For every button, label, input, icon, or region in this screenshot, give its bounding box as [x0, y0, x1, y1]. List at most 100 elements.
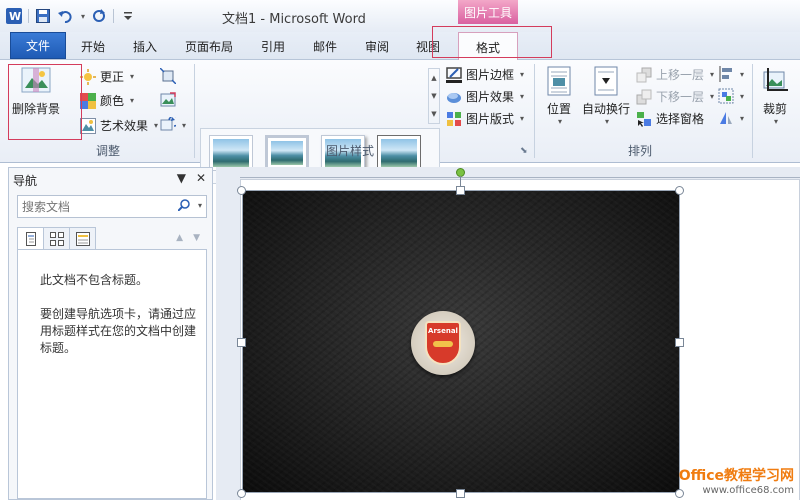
next-icon[interactable]: ▼: [193, 233, 200, 243]
reset-picture-button[interactable]: ▾: [160, 117, 186, 133]
search-input[interactable]: [18, 196, 168, 217]
crop-label: 裁剪: [762, 102, 787, 116]
chevron-down-icon: ▾: [740, 69, 745, 79]
chevron-down-icon: ▾: [130, 96, 135, 105]
headings-icon: [25, 232, 36, 246]
resize-handle-top-left[interactable]: [237, 186, 246, 195]
reset-picture-icon: [160, 117, 176, 131]
crop-button[interactable]: 裁剪 ▾: [760, 66, 790, 126]
tab-headings[interactable]: [17, 227, 44, 250]
resize-handle-bottom[interactable]: [456, 489, 465, 498]
send-backward-button[interactable]: 下移一层 ▾: [636, 88, 714, 105]
picture-effects-button[interactable]: 图片效果 ▾: [446, 88, 524, 105]
color-label: 颜色: [100, 94, 125, 108]
close-icon[interactable]: ✕: [196, 171, 206, 185]
word-logo-icon[interactable]: W: [6, 8, 22, 24]
chevron-down-icon[interactable]: ▾: [198, 201, 202, 210]
tab-results[interactable]: [69, 227, 96, 249]
bring-forward-label: 上移一层: [656, 68, 705, 82]
previous-icon[interactable]: ▲: [176, 233, 183, 243]
group-label-picture-styles: 图片样式: [325, 144, 374, 158]
tab-file[interactable]: 文件: [10, 32, 66, 59]
picture-layout-label: 图片版式: [466, 112, 515, 126]
rotate-button[interactable]: ▾: [718, 110, 744, 126]
group-label-arrange: 排列: [627, 144, 652, 158]
corrections-button[interactable]: 更正 ▾: [80, 68, 134, 85]
picture-border-icon: [446, 66, 462, 83]
chevron-down-icon: ▾: [710, 92, 715, 101]
tab-references[interactable]: 引用: [261, 38, 285, 55]
redo-icon[interactable]: [91, 8, 107, 24]
picture-layout-button[interactable]: 图片版式 ▾: [446, 110, 524, 127]
artistic-effects-icon: [80, 117, 96, 134]
search-icon[interactable]: [177, 199, 190, 214]
compress-pictures-button[interactable]: [160, 68, 176, 84]
color-icon: [80, 92, 96, 109]
undo-icon[interactable]: [57, 8, 73, 24]
change-picture-button[interactable]: [160, 92, 176, 108]
nav-pane-body: 此文档不包含标题。 要创建导航选项卡，请通过应用标题样式在您的文档中创建标题。: [17, 249, 207, 499]
arsenal-badge: Arsenal: [411, 311, 475, 375]
undo-dropdown-icon[interactable]: ▾: [81, 12, 85, 21]
create-headings-hint: 要创建导航选项卡，请通过应用标题样式在您的文档中创建标题。: [40, 307, 197, 355]
tab-mailings[interactable]: 邮件: [313, 38, 337, 55]
picture-border-button[interactable]: 图片边框 ▾: [446, 66, 524, 83]
group-objects-icon: [718, 88, 734, 104]
gallery-scroll[interactable]: ▲ ▼ ▼: [428, 68, 440, 124]
tab-view[interactable]: 视图: [416, 38, 440, 55]
chevron-up-icon[interactable]: ▲: [431, 74, 436, 82]
toolbar-divider: [28, 9, 29, 23]
selection-pane-button[interactable]: 选择窗格: [636, 110, 704, 127]
wrap-text-label: 自动换行: [582, 102, 631, 116]
artistic-effects-button[interactable]: 艺术效果 ▾: [80, 117, 158, 134]
gallery-more-icon[interactable]: ▼: [431, 110, 436, 118]
tab-home[interactable]: 开始: [81, 38, 105, 55]
compress-pictures-icon: [160, 68, 176, 84]
customize-toolbar-icon[interactable]: [120, 8, 136, 24]
tab-review[interactable]: 审阅: [365, 38, 389, 55]
align-button[interactable]: ▾: [718, 66, 744, 82]
save-icon[interactable]: [35, 8, 51, 24]
selected-picture[interactable]: Arsenal: [242, 190, 680, 493]
position-icon: [547, 66, 571, 96]
resize-handle-top-right[interactable]: [675, 186, 684, 195]
color-button[interactable]: 颜色 ▾: [80, 92, 134, 109]
picture-border-label: 图片边框: [466, 68, 515, 82]
chevron-down-icon[interactable]: ▼: [431, 92, 436, 100]
resize-handle-right[interactable]: [675, 338, 684, 347]
group-divider: [194, 64, 195, 158]
tab-pages[interactable]: [43, 227, 70, 249]
wrap-text-button[interactable]: 自动换行 ▾: [582, 66, 630, 126]
results-icon: [75, 231, 90, 246]
watermark-url: www.office68.com: [702, 485, 795, 496]
chevron-down-icon: ▾: [182, 120, 187, 130]
resize-handle-top[interactable]: [456, 186, 465, 195]
nav-pane-controls: ▼ ✕: [177, 171, 206, 185]
remove-background-button[interactable]: 删除背景: [12, 66, 60, 117]
style-thumbnail[interactable]: [209, 135, 253, 171]
tab-page-layout[interactable]: 页面布局: [185, 38, 233, 55]
dialog-launcher-icon[interactable]: ⬊: [520, 146, 528, 156]
crest-text: Arsenal: [428, 327, 458, 335]
group-divider: [534, 64, 535, 158]
chevron-down-icon: ▾: [557, 117, 562, 126]
nav-search-box[interactable]: ▾: [17, 195, 207, 218]
tab-insert[interactable]: 插入: [133, 38, 157, 55]
crop-icon: [763, 68, 788, 91]
bring-forward-button[interactable]: 上移一层 ▾: [636, 66, 714, 83]
resize-handle-left[interactable]: [237, 338, 246, 347]
group-objects-button[interactable]: ▾: [718, 88, 744, 104]
artistic-effects-label: 艺术效果: [100, 119, 149, 133]
send-backward-label: 下移一层: [656, 90, 705, 104]
pane-options-icon[interactable]: ▼: [177, 171, 186, 185]
svg-text:W: W: [9, 10, 21, 23]
chevron-down-icon: ▾: [520, 70, 525, 79]
tab-format[interactable]: 格式: [458, 32, 518, 61]
resize-handle-bottom-left[interactable]: [237, 489, 246, 498]
ribbon-tab-row: 开始 插入 页面布局 引用 邮件 审阅 视图: [0, 32, 800, 60]
quick-access-toolbar: W ▾: [6, 8, 136, 24]
window-title: 文档1 - Microsoft Word: [222, 12, 366, 27]
position-button[interactable]: 位置 ▾: [544, 66, 574, 126]
nav-arrows: ▲ ▼: [176, 233, 200, 243]
style-thumbnail-image: [271, 141, 303, 165]
